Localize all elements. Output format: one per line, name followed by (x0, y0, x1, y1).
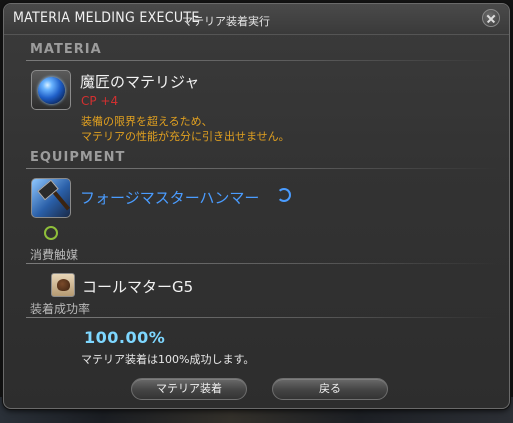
success-rate-value: 100.00% (84, 328, 166, 347)
catalyst-section-heading: 消費触媒 (30, 248, 79, 262)
materia-name: 魔匠のマテリジャ (80, 73, 200, 91)
close-icon[interactable] (482, 9, 500, 27)
materia-section-heading: MATERIA (30, 42, 102, 57)
materia-warning-line-2: マテリアの性能が充分に引き出せません。 (81, 130, 290, 143)
catalyst-name: コールマターG5 (82, 278, 194, 296)
divider (26, 168, 497, 169)
materia-orb (38, 77, 65, 104)
equipment-section-heading: EQUIPMENT (30, 150, 126, 165)
dialog-titlebar: MATERIA MELDING EXECUTE マテリア装着実行 (4, 4, 509, 35)
divider (26, 60, 497, 61)
success-rate-note: マテリア装着は100%成功します。 (81, 353, 255, 366)
materia-meld-dialog: MATERIA MELDING EXECUTE マテリア装着実行 MATERIA… (3, 3, 510, 409)
catalyst-dust (57, 279, 70, 291)
hammer-icon[interactable] (31, 178, 71, 218)
back-button[interactable]: 戻る (272, 378, 388, 400)
dialog-subtitle: マテリア装着実行 (182, 15, 270, 28)
materia-cp-bonus: CP +4 (81, 94, 119, 108)
materia-slot-icon (44, 226, 58, 240)
blue-materia-orb-icon[interactable] (31, 70, 71, 110)
success-rate-heading: 装着成功率 (30, 302, 91, 316)
equipment-name: フォージマスターハンマー (80, 189, 260, 207)
high-quality-icon (277, 188, 291, 202)
divider (26, 317, 497, 318)
divider (26, 263, 497, 264)
materia-warning-line-1: 装備の限界を超えるため、 (81, 115, 213, 128)
dialog-title: MATERIA MELDING EXECUTE (13, 10, 200, 26)
catalyst-icon[interactable] (51, 273, 75, 297)
meld-button[interactable]: マテリア装着 (131, 378, 247, 400)
